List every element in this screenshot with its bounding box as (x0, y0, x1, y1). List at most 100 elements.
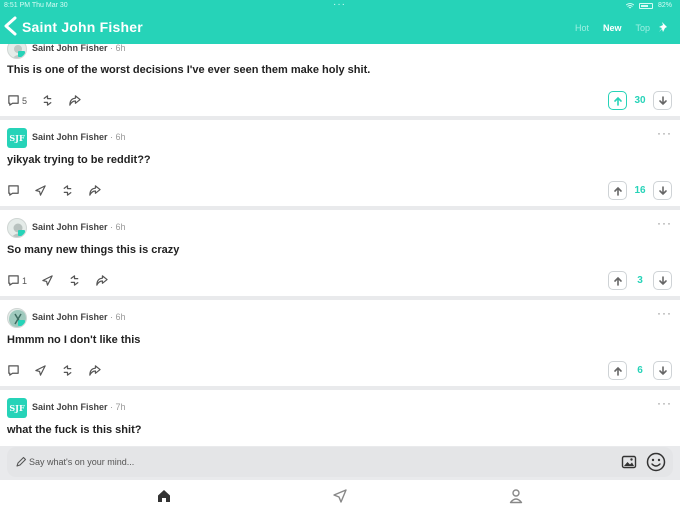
comment-button[interactable]: 5 (7, 94, 27, 107)
image-icon[interactable] (621, 454, 637, 470)
profile-icon[interactable] (508, 488, 524, 504)
post-card[interactable]: SJF Saint John Fisher · 7h ··· what the … (0, 390, 680, 446)
comment-button[interactable]: 1 (7, 274, 27, 287)
post-actions: 1 (7, 274, 108, 287)
post-actions: 5 (7, 94, 81, 107)
tab-hot[interactable]: Hot (575, 23, 589, 33)
downvote-button[interactable] (653, 361, 672, 380)
arrow-down-icon (658, 95, 667, 105)
boost-icon (63, 185, 72, 196)
boost-icon (63, 365, 72, 376)
composer-input[interactable] (29, 454, 589, 470)
share-icon (89, 365, 101, 376)
tab-top[interactable]: Top (635, 23, 650, 33)
post-card[interactable]: Saint John Fisher · 6h ··· So many new t… (0, 210, 680, 296)
app-header: 8:51 PM Thu Mar 30 ··· 82% Saint John Fi… (0, 0, 680, 44)
more-options-button[interactable]: ··· (657, 216, 672, 230)
post-feed: Saint John Fisher · 6h This is one of th… (0, 44, 680, 446)
post-age: · 6h (110, 222, 126, 232)
post-meta: Saint John Fisher · 6h (32, 312, 126, 322)
comment-button[interactable] (7, 364, 20, 377)
pencil-icon (16, 456, 27, 467)
boost-button[interactable] (61, 184, 74, 197)
upvote-button[interactable] (608, 271, 627, 290)
arrow-down-icon (658, 185, 667, 195)
arrow-down-icon (658, 275, 667, 285)
post-actions (7, 184, 101, 197)
battery-icon (638, 2, 653, 9)
chevron-left-icon[interactable] (2, 16, 22, 36)
more-options-button[interactable]: ··· (657, 126, 672, 140)
post-text: So many new things this is crazy (7, 244, 180, 256)
post-card[interactable]: SJF Saint John Fisher · 6h ··· yikyak tr… (0, 120, 680, 206)
send-icon (42, 275, 53, 286)
author-name: Saint John Fisher (32, 402, 108, 412)
downvote-button[interactable] (653, 271, 672, 290)
share-button[interactable] (95, 274, 108, 287)
post-actions (7, 364, 101, 377)
upvote-button[interactable] (608, 91, 627, 110)
share-button[interactable] (88, 364, 101, 377)
arrow-up-icon (613, 186, 622, 196)
upvote-button[interactable] (608, 361, 627, 380)
page-title: Saint John Fisher (22, 19, 143, 35)
status-bar: 8:51 PM Thu Mar 30 ··· 82% (0, 0, 680, 12)
boost-button[interactable] (68, 274, 81, 287)
downvote-button[interactable] (653, 91, 672, 110)
more-options-button[interactable]: ··· (657, 306, 672, 320)
vote-control: 16 (608, 181, 672, 200)
send-icon[interactable] (332, 488, 348, 504)
vote-control: 30 (608, 91, 672, 110)
share-button[interactable] (68, 94, 81, 107)
comment-count: 5 (22, 95, 28, 106)
comment-icon (8, 365, 19, 376)
pin-icon[interactable] (658, 21, 670, 33)
comment-icon (8, 95, 19, 106)
comment-icon (8, 275, 19, 286)
post-age: · 6h (110, 44, 126, 53)
post-card[interactable]: Saint John Fisher · 6h This is one of th… (0, 44, 680, 116)
post-meta: Saint John Fisher · 6h (32, 222, 126, 232)
emoji-icon[interactable] (646, 452, 666, 472)
more-options-button[interactable]: ··· (657, 396, 672, 410)
sort-tabs: Hot New Top (575, 23, 650, 33)
send-button[interactable] (41, 274, 54, 287)
post-meta: Saint John Fisher · 6h (32, 132, 126, 142)
post-text: what the fuck is this shit? (7, 424, 142, 436)
boost-button[interactable] (41, 94, 54, 107)
author-name: Saint John Fisher (32, 44, 108, 53)
avatar (7, 218, 27, 238)
multitask-dots[interactable]: ··· (333, 0, 346, 10)
vote-count: 30 (634, 95, 646, 106)
comment-count: 1 (22, 275, 28, 286)
send-icon (35, 365, 46, 376)
post-text: Hmmm no I don't like this (7, 334, 141, 346)
battery-percent: 82% (657, 2, 672, 9)
downvote-button[interactable] (653, 181, 672, 200)
avatar: SJF (7, 128, 27, 148)
arrow-up-icon (613, 366, 622, 376)
send-button[interactable] (34, 364, 47, 377)
share-icon (69, 95, 81, 106)
share-button[interactable] (88, 184, 101, 197)
arrow-down-icon (658, 365, 667, 375)
boost-icon (70, 275, 79, 286)
upvote-button[interactable] (608, 181, 627, 200)
author-name: Saint John Fisher (32, 222, 108, 232)
comment-button[interactable] (7, 184, 20, 197)
post-composer (7, 447, 673, 477)
share-icon (89, 185, 101, 196)
post-text: yikyak trying to be reddit?? (7, 154, 151, 166)
vote-count: 16 (634, 185, 646, 196)
wifi-icon (625, 2, 634, 8)
home-icon[interactable] (156, 488, 172, 504)
vote-count: 6 (637, 365, 643, 376)
post-card[interactable]: Saint John Fisher · 6h ··· Hmmm no I don… (0, 300, 680, 386)
tab-new[interactable]: New (603, 23, 622, 33)
boost-button[interactable] (61, 364, 74, 377)
post-age: · 6h (110, 132, 126, 142)
boost-icon (43, 95, 52, 106)
bottom-nav (0, 480, 680, 509)
post-text: This is one of the worst decisions I've … (7, 64, 371, 76)
send-button[interactable] (34, 184, 47, 197)
